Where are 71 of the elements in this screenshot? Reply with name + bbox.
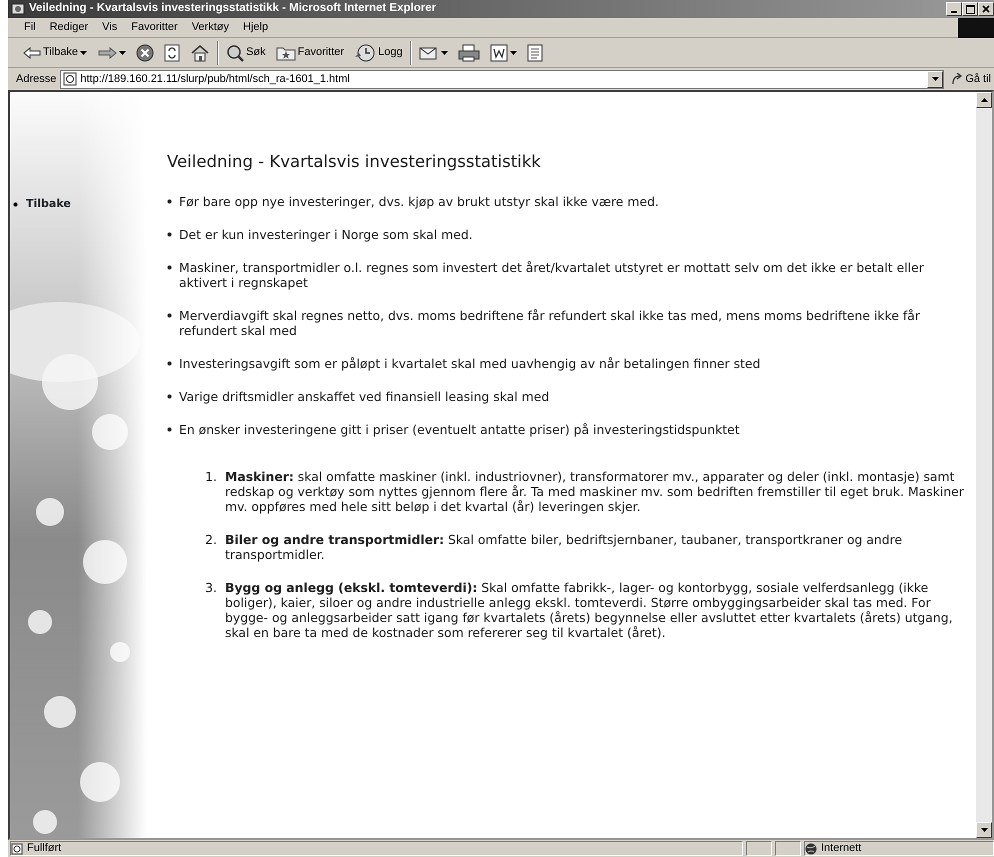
browser-icon [11, 2, 25, 16]
bullet-icon [167, 360, 172, 366]
list-item-text: Maskiner: skal omfatte maskiner (inkl. industriovner), transformatorer mv., apparater og deler (inkl. montasje) samt redskap og verktøy som nyttes gjennom flere år. Ta med maskiner mv. som bedriften fremstiller til eget bruk. Maskiner mv. oppføres med hele sitt beløp i det kvartal (år) leveringen skjer. [225, 468, 964, 514]
status-panel [775, 841, 801, 856]
minimize-button[interactable] [946, 2, 962, 16]
up-arrow-icon [980, 98, 988, 102]
list-number: 1. [204, 468, 217, 486]
globe-icon [805, 842, 817, 854]
window-title: Veiledning - Kvartalsvis investeringsstatistikk - Microsoft Internet Explorer [29, 1, 436, 16]
scroll-up-button[interactable] [976, 92, 992, 108]
home-icon [190, 44, 210, 62]
list-item-text: Det er kun investeringer i Norge som skal med. [179, 226, 473, 242]
maximize-icon [966, 4, 974, 14]
favorites-button[interactable]: Favoritter [272, 42, 348, 63]
document-w-icon [490, 44, 508, 62]
list-item-text: Maskiner, transportmidler o.l. regnes som investert det året/kvartalet utstyret er mottatt selv om det ikke er betalt eller aktivert i regnskapet [179, 260, 925, 290]
caret-icon [932, 77, 939, 81]
list-item-text: Merverdiavgift skal regnes netto, dvs. moms bedriftene får refundert skal ikke tas med, mens moms bedriftene ikke får refundert skal med [179, 308, 921, 338]
dropdown-button[interactable] [927, 70, 944, 88]
menu-item[interactable]: Hjelp [237, 19, 274, 36]
address-field[interactable]: http://189.160.21.11/slurp/pub/html/sch_ra-1601_1.html [60, 70, 944, 88]
list-number: 2. [204, 532, 217, 549]
printer-icon [458, 44, 480, 62]
maximize-button[interactable] [962, 2, 978, 16]
list-item-text: Varige driftsmidler anskaffet ved finansiell leasing skal med [179, 388, 550, 404]
history-button[interactable]: Logg [351, 42, 406, 64]
notepad-icon [526, 44, 543, 62]
folder-star-icon [276, 44, 296, 60]
back-button[interactable]: Tilbake [20, 42, 90, 63]
search-button[interactable]: Søk [223, 42, 269, 64]
menu-item[interactable]: Favoritter [125, 19, 184, 36]
go-arrow-icon [951, 73, 964, 85]
zone-text: Internett [821, 841, 862, 856]
address-label: Adresse [16, 72, 56, 87]
close-icon [982, 5, 990, 13]
menu-item[interactable]: Rediger [44, 19, 94, 36]
bullet-icon [167, 198, 172, 204]
menu-item[interactable]: Vis [96, 19, 124, 36]
list-item-text: Biler og andre transportmidler: Skal omfatte biler, bedriftsjernbaner, taubaner, transportkraner og andre transportmidler. [225, 532, 904, 562]
bullet-icon [167, 312, 172, 318]
forward-arrow-icon [97, 46, 118, 60]
scrollbar[interactable] [976, 92, 992, 838]
list-item-text: Bygg og anlegg (ekskl. tomteverdi): Skal omfatte fabrikk-, lager- og kontorbygg, sosiale velferdsanlegg (ikke boliger), kaier, siloer og andre industrielle anlegg ekskl. tomteverdi. Større ombyggingsarbeider skal tas med. For bygge- og anleggsarbeider satt igang før kvartalets (årets) begynnelse eller avsluttet etter kvartalets (årets) utgang, skal en bare ta med de kostnader som refererer seg til kvartalet (året). [225, 580, 954, 640]
refresh-icon [164, 44, 180, 62]
list-item-text: En ønsker investeringene gitt i priser (eventuelt antatte priser) på investeringstidspunktet [179, 422, 740, 437]
bullet-icon [167, 394, 172, 399]
url-text: http://189.160.21.11/slurp/pub/html/sch_ra-1601_1.html [80, 72, 350, 87]
menu-item[interactable]: Fil [18, 19, 42, 36]
page-icon [11, 842, 23, 854]
bullet-icon [167, 264, 172, 270]
windows-logo [958, 18, 994, 38]
back-arrow-icon [23, 46, 41, 60]
bullet-icon [167, 232, 172, 237]
clock-icon [354, 44, 376, 62]
back-link[interactable]: Tilbake [26, 196, 71, 212]
search-icon [226, 44, 244, 62]
status-panel [746, 841, 772, 856]
list-item-text: Før bare opp nye investeringer, dvs. kjøp av brukt utstyr skal ikke være med. [179, 194, 659, 209]
scroll-down-button[interactable] [976, 822, 992, 838]
page-icon [63, 72, 78, 86]
menu-item[interactable]: Verktøy [186, 19, 235, 36]
page-heading: Veiledning - Kvartalsvis investeringsstatistikk [167, 152, 542, 172]
close-button[interactable] [978, 2, 994, 16]
down-arrow-icon [980, 828, 988, 832]
list-item-text: Investeringsavgift som er påløpt i kvartalet skal med uavhengig av når betalingen finner sted [179, 356, 760, 371]
list-number: 3. [204, 580, 217, 597]
bullet-icon [167, 426, 172, 432]
stop-icon [136, 44, 154, 62]
bullet-icon [13, 202, 18, 207]
go-button[interactable]: Gå til [948, 68, 994, 90]
status-text: Fullført [27, 841, 62, 856]
